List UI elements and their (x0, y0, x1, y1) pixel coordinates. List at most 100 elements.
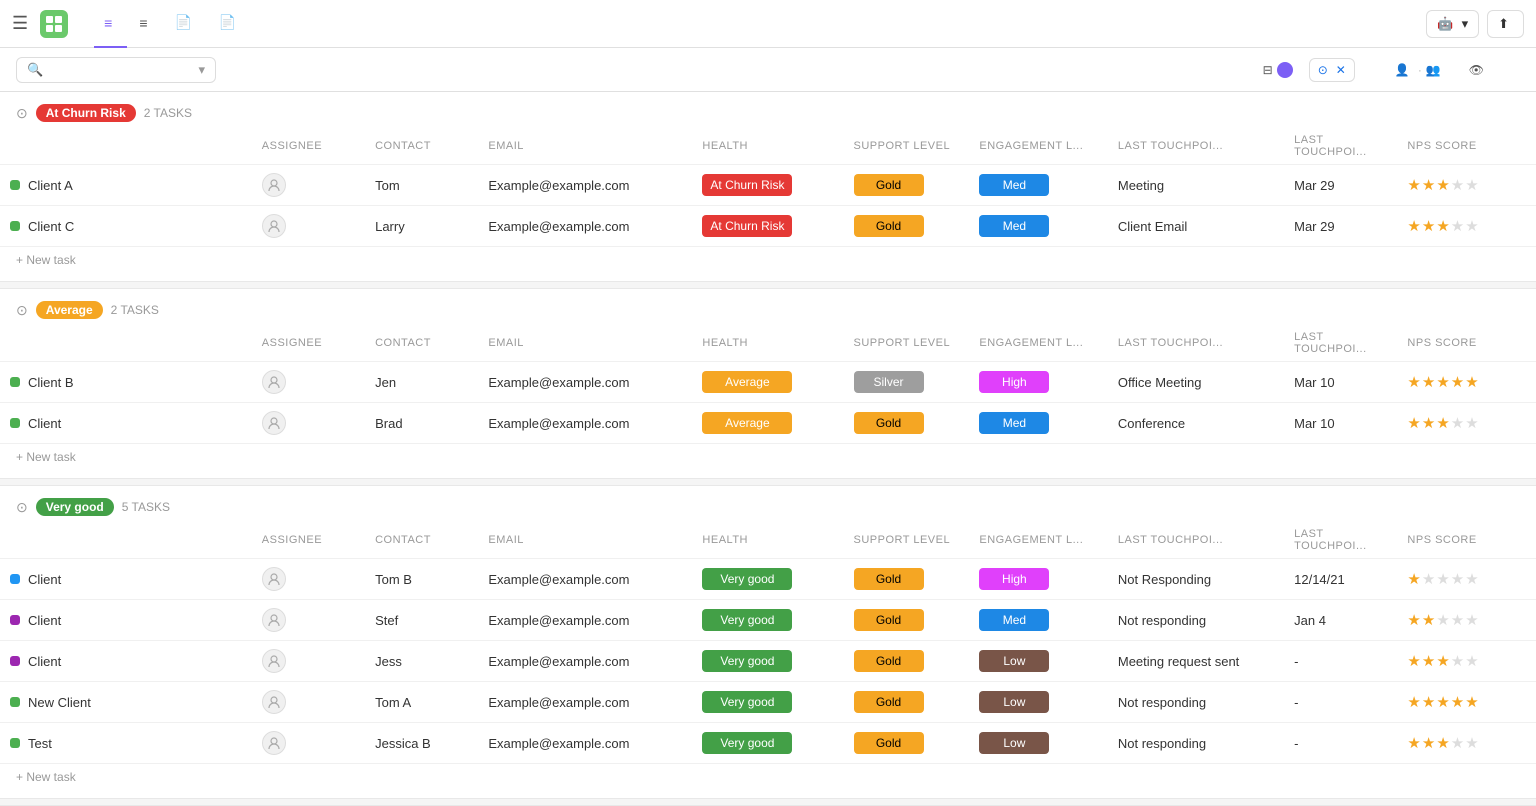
col-header-assignee: ASSIGNEE (252, 522, 365, 559)
assignee-cell (252, 362, 365, 403)
health-pill: Very good (702, 691, 792, 713)
col-header-support: SUPPORT LEVEL (844, 522, 970, 559)
star: ★ (1422, 176, 1435, 194)
touch2-cell: Mar 10 (1284, 362, 1397, 403)
new-task-button[interactable]: + New task (0, 444, 1536, 478)
engagement-cell: Med (969, 165, 1107, 206)
contact-cell: Jessica B (365, 723, 478, 764)
star: ★ (1451, 373, 1464, 391)
star: ★ (1465, 176, 1478, 194)
star: ★ (1451, 176, 1464, 194)
col-header-name (0, 522, 252, 559)
star: ★ (1451, 414, 1464, 432)
star: ★ (1451, 693, 1464, 711)
star: ★ (1465, 652, 1478, 670)
assignee-cell (252, 559, 365, 600)
col-header-contact: CONTACT (365, 325, 478, 362)
task-name: Client (28, 572, 61, 587)
hamburger-icon[interactable]: ☰ (12, 13, 28, 34)
section-toggle[interactable]: ⊙ (16, 499, 28, 516)
star: ★ (1436, 652, 1449, 670)
avatar (262, 370, 286, 394)
assignee-cell (252, 165, 365, 206)
touch1-cell: Meeting request sent (1108, 641, 1284, 682)
support-cell: Gold (844, 165, 970, 206)
nps-cell: ★★★★★ (1397, 362, 1536, 403)
me-button[interactable]: 👤 · 👥 (1387, 59, 1453, 81)
search-box[interactable]: 🔍 ▾ (16, 57, 216, 83)
section-header: ⊙ At Churn Risk 2 TASKS (0, 92, 1536, 128)
star: ★ (1465, 611, 1478, 629)
star: ★ (1407, 734, 1420, 752)
nps-cell: ★★★★★ (1397, 206, 1536, 247)
star: ★ (1451, 611, 1464, 629)
section-churn: ⊙ At Churn Risk 2 TASKS ASSIGNEE CONTACT… (0, 92, 1536, 281)
tab-playbook[interactable]: 📄 (164, 0, 206, 48)
table-row: Client Stef Example@example.com Very goo… (0, 600, 1536, 641)
col-header-nps: NPS SCORE (1397, 325, 1536, 362)
health-cell: Very good (692, 682, 843, 723)
col-header-touch2: LAST TOUCHPOI... (1284, 522, 1397, 559)
col-header-name (0, 325, 252, 362)
assignee-cell (252, 682, 365, 723)
table-wrap: ASSIGNEE CONTACT EMAIL HEALTH SUPPORT LE… (0, 128, 1536, 247)
section-header: ⊙ Average 2 TASKS (0, 289, 1536, 325)
share-button[interactable]: ⬆ (1487, 10, 1524, 38)
contact-cell: Stef (365, 600, 478, 641)
task-color-dot (10, 180, 20, 190)
col-header-email: EMAIL (478, 522, 692, 559)
star: ★ (1422, 217, 1435, 235)
task-color-dot (10, 377, 20, 387)
data-table: ASSIGNEE CONTACT EMAIL HEALTH SUPPORT LE… (0, 325, 1536, 444)
star: ★ (1407, 570, 1420, 588)
tab-renewal[interactable]: ≡ (129, 0, 162, 48)
star: ★ (1436, 570, 1449, 588)
star: ★ (1451, 570, 1464, 588)
star: ★ (1465, 414, 1478, 432)
tab-view[interactable] (253, 0, 273, 48)
star: ★ (1436, 373, 1449, 391)
section-toggle[interactable]: ⊙ (16, 105, 28, 122)
health-cell: At Churn Risk (692, 165, 843, 206)
show-button[interactable]: 👁 (1461, 59, 1496, 81)
star-rating: ★★★★★ (1407, 217, 1526, 235)
renewal-icon: ≡ (139, 15, 147, 31)
section-toggle[interactable]: ⊙ (16, 302, 28, 319)
sections-container: ⊙ At Churn Risk 2 TASKS ASSIGNEE CONTACT… (0, 92, 1536, 806)
support-pill: Gold (854, 412, 924, 434)
task-name: Client (28, 654, 61, 669)
star: ★ (1422, 652, 1435, 670)
task-name-cell: Client (0, 600, 252, 641)
star: ★ (1465, 734, 1478, 752)
health-pill: Very good (702, 568, 792, 590)
group-by-button[interactable]: ⊙ ✕ (1309, 58, 1355, 82)
subtasks-button[interactable] (1363, 66, 1379, 74)
task-name-cell: Client B (0, 362, 252, 403)
star-rating: ★★★★★ (1407, 734, 1526, 752)
new-task-button[interactable]: + New task (0, 764, 1536, 798)
tab-engagement[interactable]: ≡ (94, 0, 127, 48)
nps-cell: ★★★★★ (1397, 682, 1536, 723)
task-count: 5 TASKS (122, 500, 170, 514)
support-pill: Gold (854, 215, 924, 237)
table-row: Client C Larry Example@example.com At Ch… (0, 206, 1536, 247)
touch1-cell: Not responding (1108, 600, 1284, 641)
more-button[interactable] (1504, 66, 1520, 74)
task-name: Client B (28, 375, 74, 390)
support-cell: Gold (844, 682, 970, 723)
tab-feedback[interactable]: 📄 (209, 0, 251, 48)
assignee-cell (252, 723, 365, 764)
star: ★ (1436, 176, 1449, 194)
table-row: Client Jess Example@example.com Very goo… (0, 641, 1536, 682)
filter-button[interactable]: ⊟ (1255, 58, 1301, 82)
star: ★ (1422, 611, 1435, 629)
automate-button[interactable]: 🤖 ▾ (1426, 10, 1479, 38)
support-cell: Gold (844, 559, 970, 600)
task-color-dot (10, 615, 20, 625)
toolbar: 🔍 ▾ ⊟ ⊙ ✕ 👤 · 👥 👁 (0, 48, 1536, 92)
support-cell: Gold (844, 206, 970, 247)
new-task-button[interactable]: + New task (0, 247, 1536, 281)
star-rating: ★★★★★ (1407, 693, 1526, 711)
engagement-pill: Low (979, 732, 1049, 754)
task-color-dot (10, 221, 20, 231)
